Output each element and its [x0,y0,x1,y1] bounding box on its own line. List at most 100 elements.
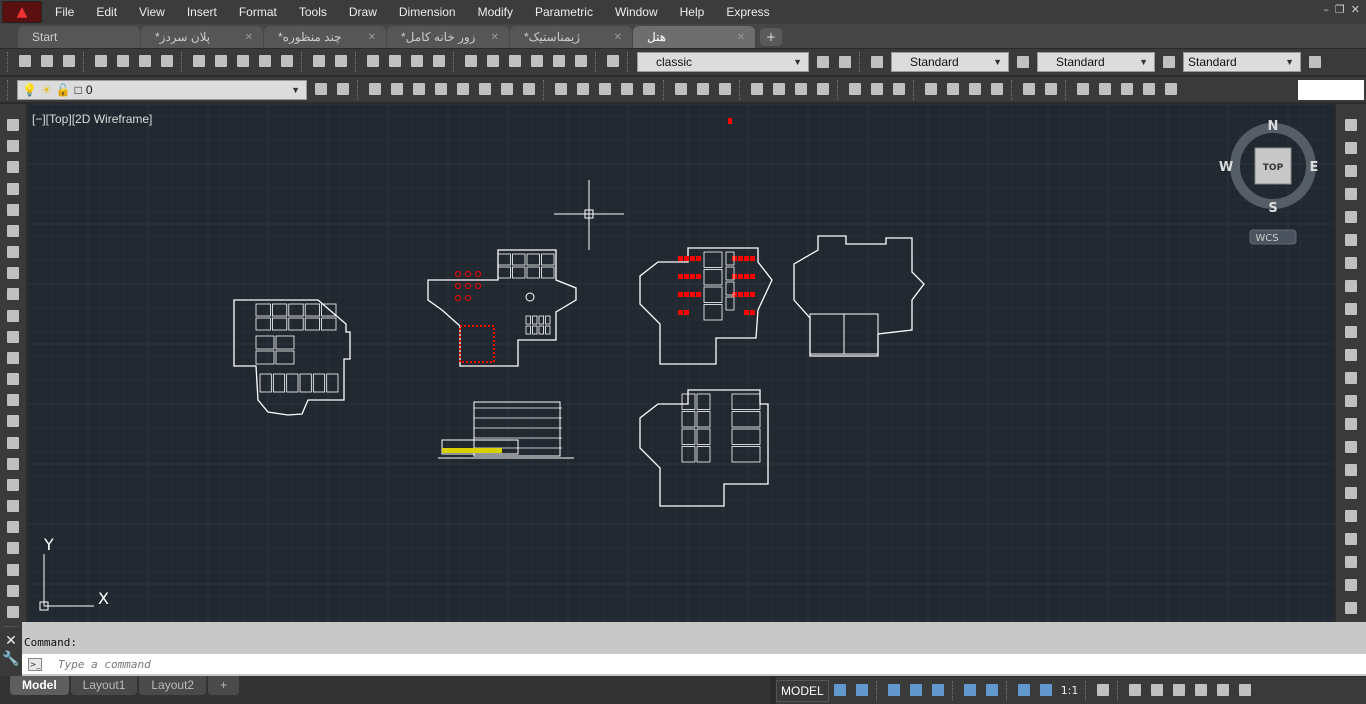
new-icon[interactable] [16,52,34,70]
subtract-icon[interactable] [694,80,712,98]
pan-icon[interactable] [364,52,382,70]
close-tab-icon[interactable]: ✕ [491,32,499,43]
join-icon[interactable] [1342,392,1360,411]
copy-icon[interactable] [212,52,230,70]
markup-icon[interactable] [550,52,568,70]
print-icon[interactable] [92,52,110,70]
hardware-acceleration-icon[interactable] [1192,681,1210,699]
calculator-icon[interactable] [572,52,590,70]
menu-format[interactable]: Format [228,0,288,24]
tab-document[interactable]: *پلان سردز ✕ [141,26,263,48]
hatch-back-icon[interactable] [1042,80,1060,98]
sun-properties-icon[interactable] [1342,553,1360,572]
menu-view[interactable]: View [128,0,176,24]
annotation-scale[interactable]: 1:1 [1061,684,1079,697]
annotation-visibility-icon[interactable] [1015,681,1033,699]
stretch-icon[interactable] [1342,300,1360,319]
move-icon[interactable] [1342,231,1360,250]
add-selected-icon[interactable] [4,518,22,535]
line-icon[interactable] [4,116,22,133]
offset-icon[interactable] [1342,185,1360,204]
align-3d-icon[interactable] [890,80,908,98]
tab-document[interactable]: هتل ✕ [633,26,755,48]
tab-document[interactable]: *ژیمناستیک ✕ [510,26,632,48]
zoom-previous-icon[interactable] [430,52,448,70]
cone-icon[interactable] [410,80,428,98]
move-3d-icon[interactable] [846,80,864,98]
snap-mode-icon[interactable] [853,681,871,699]
annotation-monitor-icon[interactable] [1126,681,1144,699]
array-3d-icon[interactable] [814,80,832,98]
multileader-style-icon[interactable] [1306,53,1324,71]
layout-tab-layout2[interactable]: Layout2 [139,676,207,695]
union-icon[interactable] [672,80,690,98]
pyramid-icon[interactable] [498,80,516,98]
restore-icon[interactable]: ❐ [1335,3,1345,16]
customization-icon[interactable] [1236,681,1254,699]
menu-edit[interactable]: Edit [85,0,128,24]
dimension-radius-icon[interactable] [4,603,22,620]
menu-insert[interactable]: Insert [176,0,228,24]
ucs-icon[interactable] [792,80,810,98]
grid-icon[interactable] [831,681,849,699]
help-icon[interactable] [604,52,622,70]
model-space-button[interactable]: MODEL [776,679,829,702]
new-layout-button[interactable]: + [208,676,240,695]
make-current-icon[interactable] [334,80,352,98]
new-tab-button[interactable]: + [760,28,782,46]
match-properties-icon[interactable] [256,52,274,70]
send-under-icon[interactable] [988,80,1006,98]
polygon-icon[interactable] [4,180,22,197]
workspace-dropdown[interactable]: classic ▼ [637,52,809,72]
clean-screen-icon[interactable] [1214,681,1232,699]
application-menu-button[interactable]: ▲ [2,1,42,23]
minimize-icon[interactable]: – [1323,3,1329,16]
layer-dropdown[interactable]: 💡 ☀ 🔓 □ 0 ▼ [17,79,307,100]
block-editor-icon[interactable] [278,52,296,70]
box-icon[interactable] [366,80,384,98]
rotate-icon[interactable] [1342,254,1360,273]
torus-icon[interactable] [476,80,494,98]
construction-line-icon[interactable] [4,137,22,154]
ellipse-arc-icon[interactable] [4,328,22,345]
fillet-icon[interactable] [1342,438,1360,457]
tab-document[interactable]: Start [18,26,140,48]
close-tab-icon[interactable]: ✕ [737,32,745,43]
cut-icon[interactable] [190,52,208,70]
viewcube-n-label[interactable]: N [1268,119,1279,134]
erase-icon[interactable] [1342,116,1360,135]
sphere-icon[interactable] [432,80,450,98]
ellipse-icon[interactable] [4,307,22,324]
polygonal-viewport-icon[interactable] [1118,80,1136,98]
close-tab-icon[interactable]: ✕ [245,32,253,43]
redo-icon[interactable] [332,52,350,70]
bring-above-icon[interactable] [966,80,984,98]
polyline-icon[interactable] [4,158,22,175]
layout-viewports-icon[interactable] [1074,80,1092,98]
gear-icon[interactable] [814,53,832,71]
tab-document[interactable]: *زور خانه کامل ✕ [387,26,509,48]
intersect-icon[interactable] [716,80,734,98]
menu-tools[interactable]: Tools [288,0,338,24]
mirror-icon[interactable] [1342,162,1360,181]
visual-styles-icon[interactable] [1342,576,1360,595]
cylinder-icon[interactable] [454,80,472,98]
menu-file[interactable]: File [44,0,85,24]
gizmo-icon[interactable] [748,80,766,98]
extend-icon[interactable] [1342,346,1360,365]
command-prompt-icon[interactable]: >_ [28,658,42,671]
region-icon[interactable] [4,455,22,472]
circle-icon[interactable] [4,243,22,260]
command-input[interactable] [22,654,1366,674]
viewcube-top-label[interactable]: TOP [1263,163,1284,173]
spline-icon[interactable] [4,285,22,302]
table-style-dropdown[interactable]: Standard ▼ [1183,52,1301,72]
save-icon[interactable] [60,52,78,70]
grip-icon[interactable]: ⋯⋯ [0,622,22,631]
layout-tab-model[interactable]: Model [10,676,69,695]
send-back-icon[interactable] [944,80,962,98]
hatch-icon[interactable] [4,412,22,429]
paste-icon[interactable] [234,52,252,70]
isolate-objects-icon[interactable] [1170,681,1188,699]
object-viewport-icon[interactable] [1140,80,1158,98]
